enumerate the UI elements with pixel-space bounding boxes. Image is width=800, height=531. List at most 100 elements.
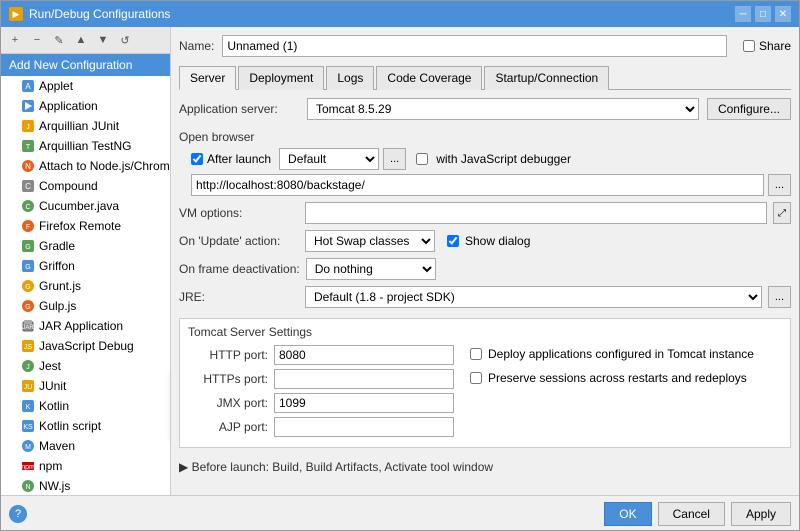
sort-button[interactable]: ↺ (115, 30, 135, 50)
sidebar-item-label: NW.js (39, 479, 70, 493)
svg-text:KS: KS (23, 424, 33, 431)
ok-button[interactable]: OK (604, 502, 651, 526)
sidebar-item-label: npm (39, 459, 62, 473)
svg-text:JAR: JAR (22, 325, 34, 331)
npm-icon: npm (21, 459, 35, 473)
name-input[interactable] (222, 35, 727, 57)
sidebar-item-compound[interactable]: C Compound (1, 176, 170, 196)
apply-button[interactable]: Apply (731, 502, 791, 526)
jre-label: JRE: (179, 290, 299, 304)
url-input[interactable] (191, 174, 764, 196)
after-launch-checkbox[interactable] (191, 153, 203, 165)
sidebar-item-label: Gradle (39, 239, 75, 253)
svg-text:npm: npm (21, 464, 35, 471)
sidebar-item-firefox-remote[interactable]: F Firefox Remote (1, 216, 170, 236)
remove-config-tool-button[interactable]: − (27, 30, 47, 50)
sidebar-item-label: Arquillian TestNG (39, 139, 131, 153)
vm-options-input[interactable] (305, 202, 767, 224)
https-port-input[interactable] (274, 369, 454, 389)
http-port-row: HTTP port: (188, 345, 454, 365)
url-options-button[interactable]: ... (768, 174, 791, 196)
sidebar-item-kotlin-script[interactable]: KS Kotlin script (1, 416, 170, 436)
js-debugger-label: with JavaScript debugger (436, 152, 571, 166)
open-browser-label: Open browser (179, 130, 791, 144)
svg-text:N: N (25, 484, 30, 491)
maximize-button[interactable]: □ (755, 6, 771, 22)
sidebar-item-javascript-debug[interactable]: JS JavaScript Debug (1, 336, 170, 356)
edit-config-tool-button[interactable]: ✎ (49, 30, 69, 50)
ajp-port-input[interactable] (274, 417, 454, 437)
help-button[interactable]: ? (9, 505, 27, 523)
sidebar-item-attach-node[interactable]: N Attach to Node.js/Chrome (1, 156, 170, 176)
vm-expand-button[interactable]: ⤢ (773, 202, 791, 224)
show-dialog-label: Show dialog (465, 234, 530, 248)
sidebar-item-applet[interactable]: A Applet (1, 76, 170, 96)
http-port-input[interactable] (274, 345, 454, 365)
close-button[interactable]: ✕ (775, 6, 791, 22)
add-config-tool-button[interactable]: + (5, 30, 25, 50)
share-label: Share (759, 39, 791, 53)
svg-text:N: N (25, 162, 31, 171)
sidebar-item-arquillian-junit[interactable]: J Arquillian JUnit (1, 116, 170, 136)
svg-text:C: C (25, 182, 31, 191)
svg-text:J: J (26, 364, 30, 371)
sidebar-item-maven[interactable]: M Maven (1, 436, 170, 456)
browser-options-button[interactable]: ... (383, 148, 406, 170)
sidebar-item-npm[interactable]: npm npm (1, 456, 170, 476)
compound-icon: C (21, 179, 35, 193)
configure-button[interactable]: Configure... (707, 98, 791, 120)
show-dialog-checkbox[interactable] (447, 235, 459, 247)
tab-code-coverage[interactable]: Code Coverage (376, 66, 482, 90)
svg-text:JS: JS (24, 344, 33, 351)
share-checkbox[interactable] (743, 40, 755, 52)
sidebar-item-gradle[interactable]: G Gradle (1, 236, 170, 256)
deploy-apps-checkbox[interactable] (470, 348, 482, 360)
name-row: Name: Share (179, 35, 791, 57)
app-server-select[interactable]: Tomcat 8.5.29 (307, 98, 699, 120)
sidebar-item-label: Grunt.js (39, 279, 81, 293)
arquillian-testng-icon: T (21, 139, 35, 153)
move-down-button[interactable]: ▼ (93, 30, 113, 50)
before-launch-section[interactable]: ▶ Before launch: Build, Build Artifacts,… (179, 460, 791, 474)
minimize-button[interactable]: ─ (735, 6, 751, 22)
jre-select[interactable]: Default (1.8 - project SDK) (305, 286, 762, 308)
browser-select[interactable]: Default (279, 148, 379, 170)
after-launch-label: After launch (207, 152, 271, 166)
preserve-sessions-checkbox[interactable] (470, 372, 482, 384)
http-port-label: HTTP port: (188, 348, 268, 362)
sidebar-item-nwjs[interactable]: N NW.js (1, 476, 170, 495)
add-new-configuration-button[interactable]: Add New Configuration (1, 54, 170, 76)
sidebar-item-kotlin[interactable]: K Kotlin (1, 396, 170, 416)
tomcat-checkboxes: Deploy applications configured in Tomcat… (470, 345, 754, 441)
sidebar-item-gulp[interactable]: G Gulp.js (1, 296, 170, 316)
jmx-port-input[interactable] (274, 393, 454, 413)
jre-options-button[interactable]: ... (768, 286, 791, 308)
sidebar-item-junit[interactable]: JU JUnit (1, 376, 170, 396)
tab-server[interactable]: Server (179, 66, 236, 90)
sidebar-item-jest[interactable]: J Jest (1, 356, 170, 376)
sidebar-item-application[interactable]: Application (1, 96, 170, 116)
title-bar: ▶ Run/Debug Configurations ─ □ ✕ (1, 1, 799, 27)
cancel-button[interactable]: Cancel (658, 502, 725, 526)
preserve-sessions-row: Preserve sessions across restarts and re… (470, 371, 754, 385)
ajp-port-row: AJP port: (188, 417, 454, 437)
sidebar-item-label: JAR Application (39, 319, 123, 333)
sidebar-item-cucumber-java[interactable]: C Cucumber.java (1, 196, 170, 216)
tab-logs[interactable]: Logs (326, 66, 374, 90)
tab-deployment[interactable]: Deployment (238, 66, 324, 90)
sidebar-item-griffon[interactable]: G Griffon (1, 256, 170, 276)
move-up-button[interactable]: ▲ (71, 30, 91, 50)
before-launch-toggle[interactable]: ▶ Before launch: Build, Build Artifacts,… (179, 460, 791, 474)
svg-text:A: A (25, 82, 31, 91)
sidebar-item-grunt[interactable]: G Grunt.js (1, 276, 170, 296)
tab-startup-connection[interactable]: Startup/Connection (484, 66, 609, 90)
sidebar-item-jar-application[interactable]: JAR JAR Application (1, 316, 170, 336)
sidebar-item-arquillian-testng[interactable]: T Arquillian TestNG (1, 136, 170, 156)
sidebar-item-label: Compound (39, 179, 98, 193)
frame-deactivation-select[interactable]: Do nothing (306, 258, 436, 280)
js-debugger-checkbox[interactable] (416, 153, 428, 165)
jmx-port-row: JMX port: (188, 393, 454, 413)
sidebar-item-label: Application (39, 99, 98, 113)
update-action-select[interactable]: Hot Swap classes (305, 230, 435, 252)
preserve-sessions-label: Preserve sessions across restarts and re… (488, 371, 747, 385)
